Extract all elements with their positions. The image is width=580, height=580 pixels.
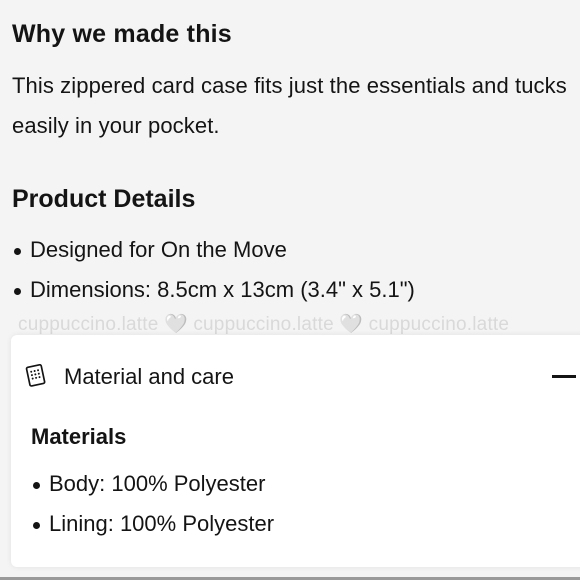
accordion-title: Material and care <box>64 364 234 389</box>
why-we-made-this-text: This zippered card case fits just the es… <box>12 73 567 138</box>
product-details-list: Designed for On the Move Dimensions: 8.5… <box>12 230 415 310</box>
product-info-page: Why we made this This zippered card case… <box>0 0 580 580</box>
materials-list: Body: 100% Polyester Lining: 100% Polyes… <box>31 464 274 544</box>
materials-heading: Materials <box>31 424 127 449</box>
minus-icon[interactable] <box>552 375 576 378</box>
list-item: Designed for On the Move <box>12 230 415 270</box>
list-item: Body: 100% Polyester <box>31 464 274 504</box>
watermark-text: cuppuccino.latte 🤍 cuppuccino.latte 🤍 cu… <box>18 314 510 335</box>
list-item: Lining: 100% Polyester <box>31 504 274 544</box>
product-details-heading: Product Details <box>12 185 196 213</box>
list-item: Dimensions: 8.5cm x 13cm (3.4" x 5.1") <box>12 270 415 310</box>
why-we-made-this-heading: Why we made this <box>12 20 232 48</box>
material-and-care-accordion-toggle[interactable]: Material and care <box>11 357 580 397</box>
fabric-tag-icon <box>25 363 47 388</box>
material-and-care-panel: Material and care Materials Body: 100% P… <box>11 335 580 567</box>
